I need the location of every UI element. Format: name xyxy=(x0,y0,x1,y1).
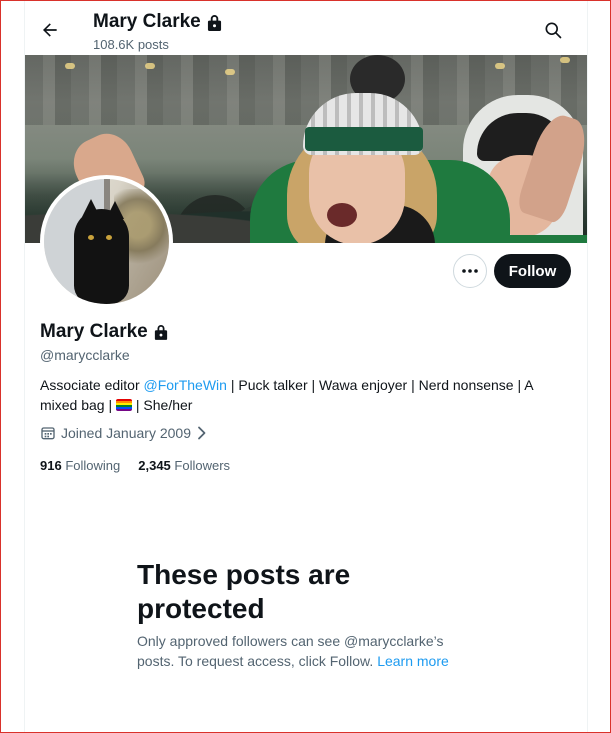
avatar[interactable] xyxy=(40,175,173,308)
joined-text: Joined January 2009 xyxy=(61,425,191,441)
back-arrow-icon xyxy=(43,23,57,37)
profile-handle: @marycclarke xyxy=(40,347,130,363)
protected-message: Only approved followers can see @maryccl… xyxy=(137,631,477,671)
followers-label: Followers xyxy=(174,458,231,473)
bio-mention-link[interactable]: @ForTheWin xyxy=(144,377,227,393)
bio-suffix: | She/her xyxy=(132,397,193,413)
post-count: 108.6K posts xyxy=(93,37,169,52)
follow-counts: 916 Following 2,345 Followers xyxy=(40,458,230,473)
profile-name-text: Mary Clarke xyxy=(40,321,148,342)
following-count: 916 xyxy=(40,458,62,473)
learn-more-link[interactable]: Learn more xyxy=(377,653,449,669)
search-button[interactable] xyxy=(540,17,566,43)
lock-icon xyxy=(207,14,221,31)
protected-title: These posts are protected xyxy=(137,559,351,624)
follow-button[interactable]: Follow xyxy=(494,254,571,288)
profile-bio: Associate editor @ForTheWin | Puck talke… xyxy=(40,375,560,415)
pride-flag-icon xyxy=(116,399,133,411)
header-name: Mary Clarke xyxy=(93,11,201,32)
following-label: Following xyxy=(65,458,121,473)
bio-prefix: Associate editor xyxy=(40,377,144,393)
more-options-button[interactable] xyxy=(453,254,487,288)
more-icon xyxy=(462,269,478,273)
profile-header: Mary Clarke 108.6K posts xyxy=(25,1,587,54)
profile-name: Mary Clarke xyxy=(40,321,168,343)
profile-column: Mary Clarke 108.6K posts Follow Mary Cla… xyxy=(24,1,588,732)
followers-link[interactable]: 2,345 Followers xyxy=(138,458,230,473)
search-icon xyxy=(545,22,562,39)
avatar-image xyxy=(44,179,169,304)
followers-count: 2,345 xyxy=(138,458,171,473)
calendar-icon xyxy=(41,427,55,440)
joined-date[interactable]: Joined January 2009 xyxy=(40,425,208,441)
chevron-right-icon xyxy=(198,426,206,440)
following-link[interactable]: 916 Following xyxy=(40,458,120,473)
back-button[interactable] xyxy=(35,15,65,45)
header-title: Mary Clarke xyxy=(93,11,222,33)
lock-icon xyxy=(154,325,167,340)
